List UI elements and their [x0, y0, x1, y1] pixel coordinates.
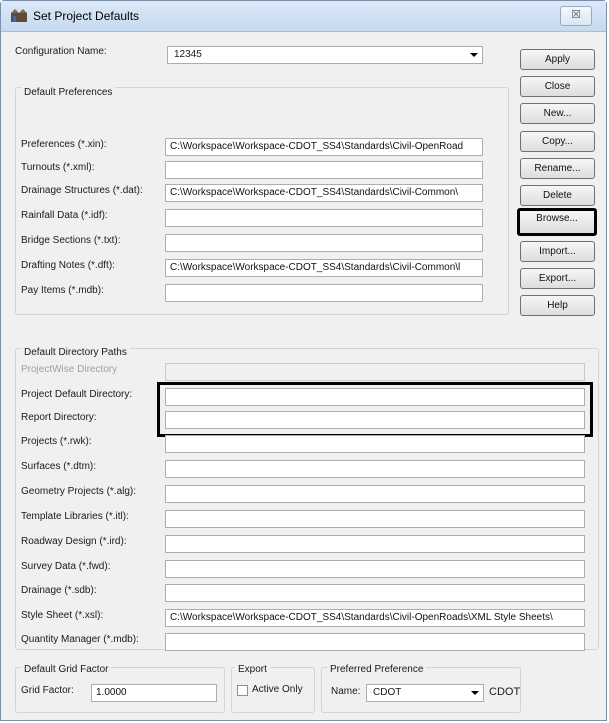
- preferred-preference-title: Preferred Preference: [327, 664, 427, 675]
- configuration-name-select[interactable]: 12345: [167, 46, 483, 64]
- surfaces-field[interactable]: [165, 460, 585, 478]
- geometry-projects-field[interactable]: [165, 485, 585, 503]
- copy-button[interactable]: Copy...: [520, 131, 595, 152]
- bridge-sections-label: Bridge Sections (*.txt):: [21, 235, 121, 246]
- quantity-manager-label: Quantity Manager (*.mdb):: [21, 634, 139, 645]
- new-button[interactable]: New...: [520, 103, 595, 124]
- template-libraries-label: Template Libraries (*.itl):: [21, 511, 129, 522]
- title-bar: Set Project Defaults ☒: [1, 1, 606, 32]
- help-button[interactable]: Help: [520, 295, 595, 316]
- window-title: Set Project Defaults: [33, 9, 140, 23]
- chevron-down-icon: [471, 691, 479, 695]
- close-icon[interactable]: ☒: [560, 6, 592, 26]
- apply-button[interactable]: Apply: [520, 49, 595, 70]
- import-button[interactable]: Import...: [520, 241, 595, 262]
- grid-factor-label: Grid Factor:: [21, 685, 74, 696]
- default-directory-paths-title: Default Directory Paths: [21, 347, 130, 358]
- style-sheet-label: Style Sheet (*.xsl):: [21, 610, 104, 621]
- highlight-box: [157, 382, 593, 437]
- bridge-sections-field[interactable]: [165, 234, 483, 252]
- project-default-directory-label: Project Default Directory:: [21, 389, 133, 400]
- projects-field[interactable]: [165, 435, 585, 453]
- preferred-name-select[interactable]: CDOT: [366, 684, 484, 702]
- survey-data-label: Survey Data (*.fwd):: [21, 561, 111, 572]
- pay-items-label: Pay Items (*.mdb):: [21, 285, 104, 296]
- close-button[interactable]: Close: [520, 76, 595, 97]
- surfaces-label: Surfaces (*.dtm):: [21, 461, 97, 472]
- projectwise-directory-field: [165, 363, 585, 381]
- grid-factor-field[interactable]: 1.0000: [91, 684, 217, 702]
- projects-label: Projects (*.rwk):: [21, 436, 92, 447]
- turnouts-label: Turnouts (*.xml):: [21, 162, 95, 173]
- roadway-design-field[interactable]: [165, 535, 585, 553]
- configuration-name-value: 12345: [174, 49, 202, 60]
- turnouts-field[interactable]: [165, 161, 483, 179]
- chevron-down-icon: [470, 53, 478, 57]
- pay-items-field[interactable]: [165, 284, 483, 302]
- active-only-label: Active Only: [252, 684, 303, 695]
- drafting-notes-label: Drafting Notes (*.dft):: [21, 260, 115, 271]
- export-title: Export: [235, 664, 270, 675]
- template-libraries-field[interactable]: [165, 510, 585, 528]
- preferences-label: Preferences (*.xin):: [21, 139, 107, 150]
- drainage-structures-field[interactable]: C:\Workspace\Workspace-CDOT_SS4\Standard…: [165, 184, 483, 202]
- drafting-notes-field[interactable]: C:\Workspace\Workspace-CDOT_SS4\Standard…: [165, 259, 483, 277]
- drainage-structures-label: Drainage Structures (*.dat):: [21, 185, 143, 196]
- preferred-name-label: Name:: [331, 686, 361, 697]
- report-directory-label: Report Directory:: [21, 412, 97, 423]
- preferences-field[interactable]: C:\Workspace\Workspace-CDOT_SS4\Standard…: [165, 138, 483, 156]
- preferred-name-value: CDOT: [373, 687, 402, 698]
- geometry-projects-label: Geometry Projects (*.alg):: [21, 486, 137, 497]
- style-sheet-field[interactable]: C:\Workspace\Workspace-CDOT_SS4\Standard…: [165, 609, 585, 627]
- configuration-name-label: Configuration Name:: [15, 46, 107, 57]
- default-preferences-title: Default Preferences: [21, 87, 116, 98]
- roadway-design-label: Roadway Design (*.ird):: [21, 536, 127, 547]
- export-button[interactable]: Export...: [520, 268, 595, 289]
- rainfall-data-field[interactable]: [165, 209, 483, 227]
- quantity-manager-field[interactable]: [165, 633, 585, 651]
- drainage-label: Drainage (*.sdb):: [21, 585, 97, 596]
- drainage-field[interactable]: [165, 584, 585, 602]
- rainfall-data-label: Rainfall Data (*.idf):: [21, 210, 108, 221]
- app-icon: [11, 9, 27, 22]
- rename-button[interactable]: Rename...: [520, 158, 595, 179]
- survey-data-field[interactable]: [165, 560, 585, 578]
- default-grid-factor-title: Default Grid Factor: [21, 664, 112, 675]
- active-only-checkbox[interactable]: [237, 685, 248, 696]
- browse-button[interactable]: Browse...: [517, 208, 597, 236]
- projectwise-directory-label: ProjectWise Directory: [21, 364, 118, 375]
- delete-button[interactable]: Delete: [520, 185, 595, 206]
- current-preference-text: CDOT: [489, 686, 521, 698]
- set-project-defaults-dialog: Set Project Defaults ☒ Configuration Nam…: [0, 0, 607, 721]
